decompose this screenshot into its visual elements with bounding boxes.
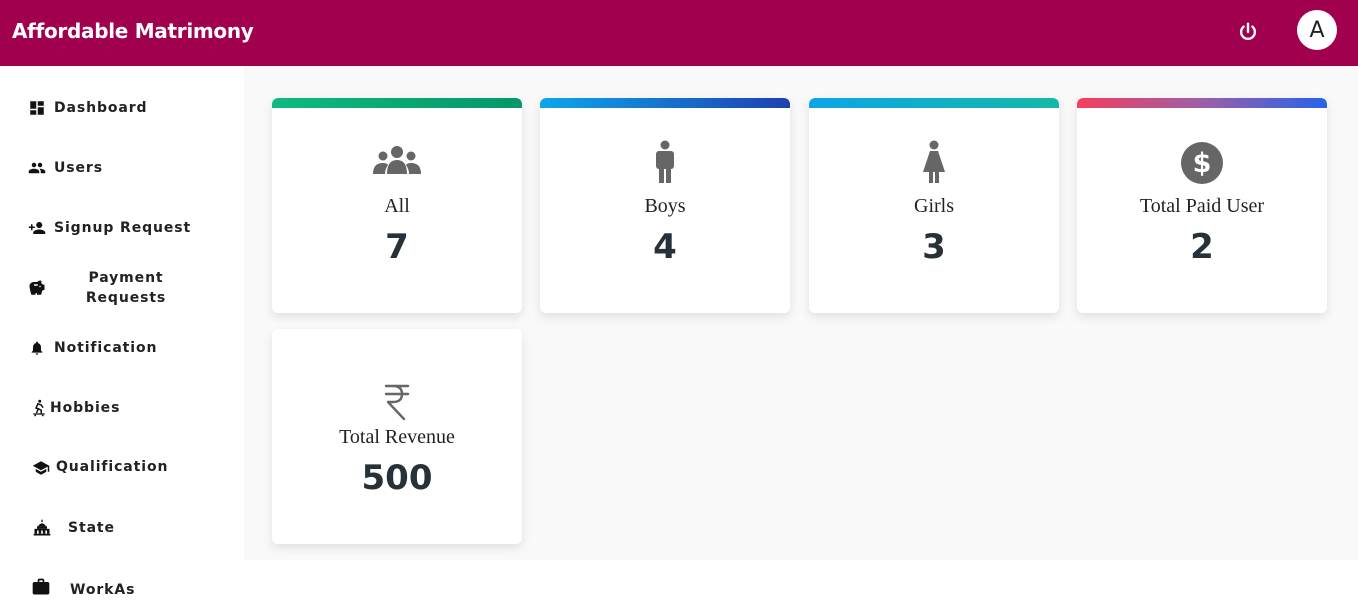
card-value: 4 [653, 227, 677, 267]
logout-button[interactable] [1234, 18, 1262, 46]
card-accent-strip [809, 98, 1059, 108]
man-icon [540, 140, 790, 184]
sidebar: Dashboard Users Signup Request Payment R… [0, 66, 244, 598]
card-value: 3 [922, 227, 946, 267]
sidebar-item-dashboard[interactable]: Dashboard [0, 96, 244, 120]
sidebar-item-label: Hobbies [50, 400, 121, 416]
users-icon [27, 158, 47, 178]
piggy-bank-icon [27, 278, 47, 298]
dashboard-icon [27, 98, 47, 118]
card-label: Boys [644, 195, 686, 217]
power-icon [1239, 22, 1257, 41]
card-label: Total Revenue [339, 426, 455, 448]
card-accent-strip [272, 98, 522, 108]
sidebar-item-label: Qualification [56, 459, 169, 475]
sidebar-item-payment-requests[interactable]: Payment Requests [0, 266, 244, 310]
graduation-cap-icon [31, 458, 51, 478]
sidebar-item-users[interactable]: Users [0, 156, 244, 180]
sidebar-item-qualification[interactable]: Qualification [0, 455, 244, 479]
stat-card-all[interactable]: All 7 [272, 98, 522, 313]
sidebar-item-label: WorkAs [70, 582, 136, 598]
card-value: 7 [385, 227, 409, 267]
sidebar-item-signup-request[interactable]: Signup Request [0, 216, 244, 240]
government-building-icon [32, 518, 52, 538]
sidebar-item-state[interactable]: State [0, 516, 244, 540]
card-value: 500 [361, 458, 433, 498]
skateboarding-icon [29, 398, 49, 418]
woman-icon [809, 140, 1059, 184]
card-value: 2 [1190, 227, 1214, 267]
stat-card-total-revenue[interactable]: Total Revenue 500 [272, 329, 522, 544]
svg-text:$: $ [1193, 148, 1212, 179]
top-bar: Affordable Matrimony A [0, 0, 1358, 66]
sidebar-item-label: Payment [88, 270, 164, 286]
sidebar-item-label: Users [54, 160, 103, 176]
sidebar-item-label: State [68, 520, 115, 536]
card-label: Total Paid User [1139, 195, 1265, 217]
sidebar-item-label: Requests [85, 290, 167, 306]
sidebar-item-hobbies[interactable]: Hobbies [0, 396, 244, 420]
card-label: Girls [914, 195, 954, 217]
stat-card-girls[interactable]: Girls 3 [809, 98, 1059, 313]
app-title: Affordable Matrimony [12, 19, 254, 43]
sidebar-item-label: Signup Request [54, 220, 192, 236]
main-content: All 7 Boys 4 Girls 3 $ Total Paid User 2… [244, 66, 1358, 560]
avatar[interactable]: A [1297, 10, 1337, 50]
sidebar-item-notification[interactable]: Notification [0, 336, 244, 360]
briefcase-icon [31, 577, 51, 597]
rupee-icon [272, 383, 522, 421]
sidebar-item-label: Dashboard [54, 100, 148, 116]
sidebar-item-workas[interactable]: WorkAs [0, 574, 244, 598]
card-accent-strip [1077, 98, 1327, 108]
group-icon [272, 144, 522, 176]
person-add-icon [27, 218, 47, 238]
card-accent-strip [540, 98, 790, 108]
card-label: All [384, 195, 410, 217]
stat-card-boys[interactable]: Boys 4 [540, 98, 790, 313]
dollar-icon: $ [1077, 142, 1327, 184]
sidebar-item-label: Notification [54, 340, 158, 356]
bell-icon [27, 338, 47, 358]
stat-card-total-paid-user[interactable]: $ Total Paid User 2 [1077, 98, 1327, 313]
